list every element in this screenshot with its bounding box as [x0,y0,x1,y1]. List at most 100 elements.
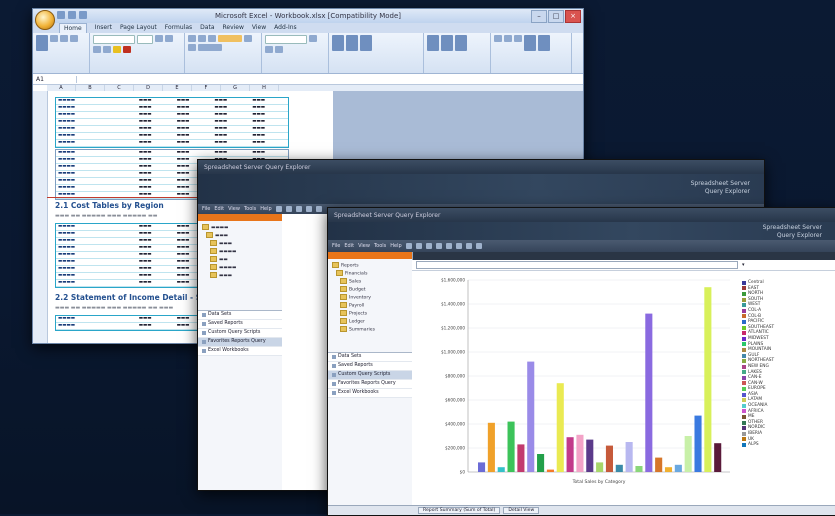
format-cells-icon[interactable] [455,35,467,51]
save-icon[interactable] [425,243,432,249]
tree-folder[interactable]: Financials [332,270,408,278]
print-icon[interactable] [435,243,442,249]
table-cell[interactable]: ▬▬▬▬ [56,98,137,104]
table-cell[interactable]: ▬▬▬ [175,119,213,125]
find-select-icon[interactable] [538,35,550,51]
table-row[interactable]: ▬▬▬▬▬▬▬▬▬▬▬▬▬▬▬▬ [56,112,288,119]
tab-add-ins[interactable]: Add-Ins [274,23,296,33]
tree-folder[interactable]: ▬▬▬ [202,272,278,280]
border-icon[interactable] [103,46,111,53]
table-cell[interactable]: ▬▬▬ [250,140,288,146]
status-tab[interactable]: Report Summary (Sum of Total) [418,507,501,514]
table-cell[interactable]: ▬▬▬ [137,259,175,265]
table-cell[interactable]: ▬▬▬ [175,112,213,118]
underline-icon[interactable] [93,46,101,53]
nav-item[interactable]: Custom Query Scripts [198,329,282,338]
nav-item[interactable]: Excel Workbooks [328,389,412,398]
table-cell[interactable]: ▬▬▬▬ [56,119,137,125]
table-cell[interactable]: ▬▬▬ [137,224,175,230]
menu-help[interactable]: Help [260,206,271,212]
fill-color-icon[interactable] [113,46,121,53]
menu-view[interactable]: View [228,206,240,212]
undo-icon[interactable] [68,11,76,19]
autosum-icon[interactable] [494,35,502,42]
table-cell[interactable]: ▬▬▬ [212,112,250,118]
table-cell[interactable]: ▬▬▬ [137,238,175,244]
outdent-icon[interactable] [188,44,196,51]
table-cell[interactable]: ▬▬▬ [137,273,175,279]
menu-edit[interactable]: Edit [214,206,224,212]
table-cell[interactable]: ▬▬▬ [137,140,175,146]
conditional-formatting-icon[interactable] [332,35,344,51]
status-tab[interactable]: Detail View [503,507,540,514]
indent-icon[interactable] [244,35,252,42]
table-cell[interactable]: ▬▬▬▬ [56,157,137,163]
tree-folder[interactable]: Sales [332,278,408,286]
table-cell[interactable]: ▬▬▬▬ [56,266,137,272]
table-cell[interactable]: ▬▬▬▬ [56,112,137,118]
table-cell[interactable]: ▬▬▬ [175,140,213,146]
table-cell[interactable]: ▬▬▬ [212,150,250,156]
copy-icon[interactable] [60,35,68,42]
tab-home[interactable]: Home [59,23,87,33]
table-cell[interactable]: ▬▬▬ [137,164,175,170]
table-cell[interactable]: ▬▬▬ [250,126,288,132]
table-cell[interactable]: ▬▬▬▬ [56,171,137,177]
table-row[interactable]: ▬▬▬▬▬▬▬▬▬▬▬▬▬▬▬▬ [56,105,288,112]
tree-folder[interactable]: ▬▬▬ [202,240,278,248]
tab-insert[interactable]: Insert [95,23,112,33]
table-cell[interactable]: ▬▬▬ [250,105,288,111]
insert-cells-icon[interactable] [427,35,439,51]
nav-item-selected[interactable]: Favorites Reports Query [198,338,282,347]
table-cell[interactable]: ▬▬▬▬ [56,105,137,111]
table-cell[interactable]: ▬▬▬ [175,133,213,139]
table-cell[interactable]: ▬▬▬▬ [56,140,137,146]
tree-folder[interactable]: Payroll [332,302,408,310]
table-row[interactable]: ▬▬▬▬▬▬▬▬▬▬▬▬▬▬▬▬ [56,119,288,126]
percent-icon[interactable] [265,46,273,53]
table-cell[interactable]: ▬▬▬ [137,150,175,156]
table-cell[interactable]: ▬▬▬ [137,119,175,125]
table-cell[interactable]: ▬▬▬▬ [56,280,137,286]
tree-folder[interactable]: ▬▬▬ [202,232,278,240]
table-cell[interactable]: ▬▬▬ [137,98,175,104]
export-icon[interactable] [315,206,322,212]
table-cell[interactable]: ▬▬▬ [175,98,213,104]
table-row[interactable]: ▬▬▬▬▬▬▬▬▬▬▬▬▬▬▬▬ [56,140,288,147]
redo-icon[interactable] [79,11,87,19]
table-cell[interactable]: ▬▬▬▬ [56,316,137,322]
new-icon[interactable] [275,206,282,212]
nav-item[interactable]: Saved Reports [198,320,282,329]
menu-view[interactable]: View [358,243,370,249]
table-cell[interactable]: ▬▬▬ [137,316,175,322]
export-icon[interactable] [475,243,482,249]
table-cell[interactable]: ▬▬▬ [250,150,288,156]
filter-icon[interactable] [455,243,462,249]
table-cell[interactable]: ▬▬▬▬ [56,245,137,251]
table-cell[interactable]: ▬▬▬ [137,323,175,329]
tree-folder[interactable]: ▬▬▬▬ [202,264,278,272]
currency-icon[interactable] [309,35,317,42]
italic-icon[interactable] [165,35,173,42]
align-left-icon[interactable] [188,35,196,42]
table-cell[interactable]: ▬▬▬ [175,105,213,111]
font-color-icon[interactable] [123,46,131,53]
formula-input[interactable] [77,75,583,83]
nav-item-selected[interactable]: Custom Query Scripts [328,371,412,380]
tree-folder[interactable]: Projects [332,310,408,318]
tree-folder[interactable]: Ledger [332,318,408,326]
format-painter-icon[interactable] [70,35,78,42]
table-cell[interactable]: ▬▬▬ [175,150,213,156]
tree-folder[interactable]: ▬▬ [202,256,278,264]
new-icon[interactable] [405,243,412,249]
filter-dropdown-icon[interactable]: ▾ [742,262,745,268]
table-cell[interactable]: ▬▬▬ [212,119,250,125]
minimize-button[interactable]: – [531,10,547,23]
table-cell[interactable]: ▬▬▬ [137,171,175,177]
clear-icon[interactable] [514,35,522,42]
table-cell[interactable]: ▬▬▬ [212,140,250,146]
menu-file[interactable]: File [332,243,340,249]
font-size-dropdown[interactable] [137,35,153,44]
delete-cells-icon[interactable] [441,35,453,51]
table-cell[interactable]: ▬▬▬ [137,231,175,237]
